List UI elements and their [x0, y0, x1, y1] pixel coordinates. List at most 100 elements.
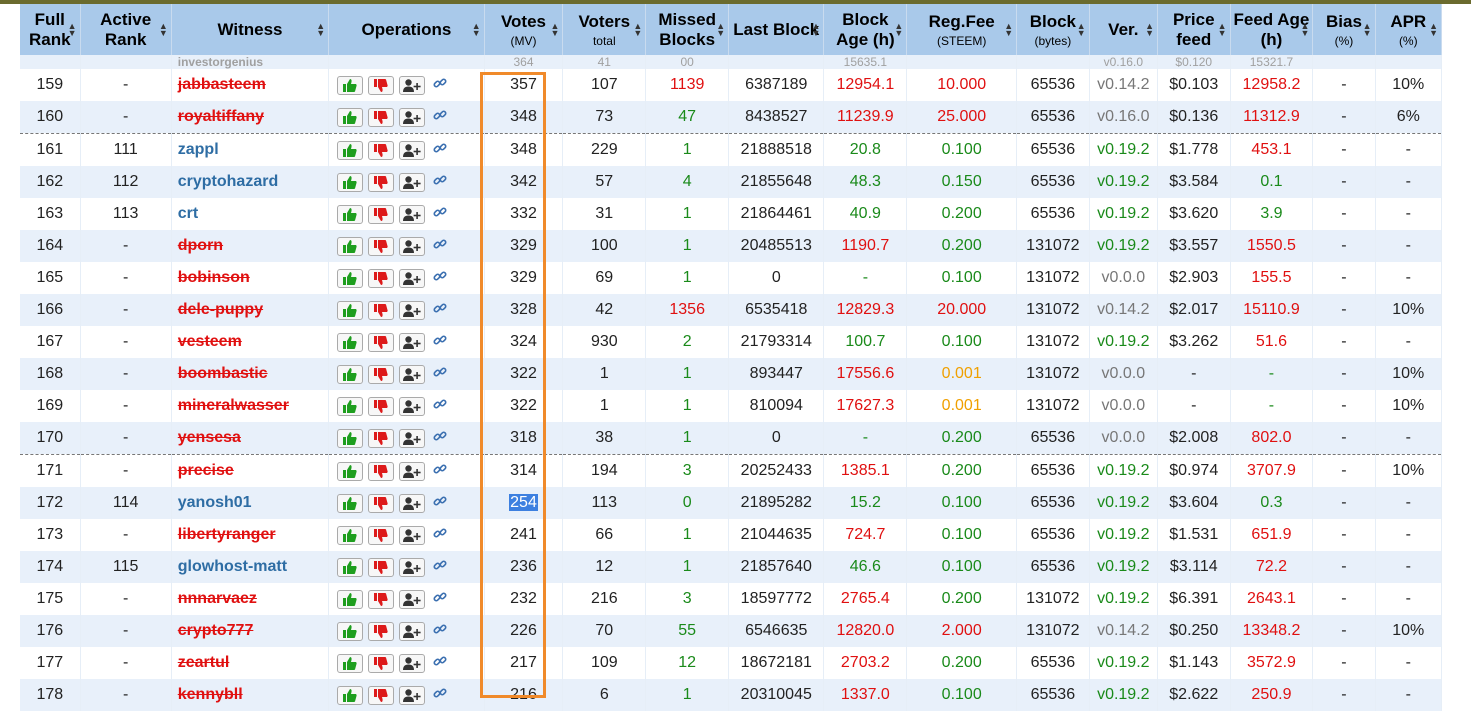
sort-arrows-icon[interactable]: ▲ ▼: [472, 22, 481, 38]
set-proxy-button[interactable]: [399, 461, 426, 481]
table-row[interactable]: 178- kennybll 216 6 1 20310045 1337.0 0.100 6553…: [20, 679, 1443, 711]
link-icon[interactable]: [433, 622, 447, 641]
set-proxy-button[interactable]: [399, 685, 426, 705]
sort-arrows-icon[interactable]: ▲ ▼: [633, 22, 642, 38]
set-proxy-button[interactable]: [399, 107, 426, 127]
column-header[interactable]: Operations ▲ ▼: [328, 4, 485, 55]
downvote-button[interactable]: [368, 428, 395, 448]
link-icon[interactable]: [433, 686, 447, 705]
table-row[interactable]: 175- nnnarvaez 232 216 3 18597772 2765.4 0.200 1…: [20, 583, 1443, 615]
column-header[interactable]: Feed Age (h) ▲ ▼: [1230, 4, 1314, 55]
sort-arrows-icon[interactable]: ▲ ▼: [1004, 22, 1013, 38]
set-proxy-button[interactable]: [399, 428, 426, 448]
set-proxy-button[interactable]: [399, 621, 426, 641]
sort-arrows-icon[interactable]: ▲ ▼: [1300, 22, 1309, 38]
upvote-button[interactable]: [337, 140, 364, 160]
sort-arrows-icon[interactable]: ▲ ▼: [1429, 22, 1438, 38]
set-proxy-button[interactable]: [399, 525, 426, 545]
sort-arrows-icon[interactable]: ▲ ▼: [68, 22, 77, 38]
link-icon[interactable]: [433, 333, 447, 352]
witness-link[interactable]: precise: [178, 462, 234, 479]
column-header[interactable]: Reg.Fee (STEEM) ▲ ▼: [906, 4, 1018, 55]
set-proxy-button[interactable]: [399, 557, 426, 577]
upvote-button[interactable]: [337, 396, 364, 416]
upvote-button[interactable]: [337, 300, 364, 320]
upvote-button[interactable]: [337, 461, 364, 481]
column-header[interactable]: Ver. ▲ ▼: [1089, 4, 1159, 55]
downvote-button[interactable]: [368, 493, 395, 513]
column-header[interactable]: Full Rank ▲ ▼: [20, 4, 81, 55]
witness-link[interactable]: boombastic: [178, 365, 268, 382]
witness-link[interactable]: royaltiffany: [178, 108, 264, 125]
table-row[interactable]: 176- crypto777 226 70 55 6546635 12820.0 2.000 1…: [20, 615, 1443, 647]
sort-arrows-icon[interactable]: ▲ ▼: [1145, 22, 1154, 38]
witness-link[interactable]: mineralwasser: [178, 397, 289, 414]
table-row[interactable]: 161 111 zappl 348 229 1 21888518 20.8 0.100 65536…: [20, 133, 1443, 166]
sort-arrows-icon[interactable]: ▲ ▼: [1077, 22, 1086, 38]
upvote-button[interactable]: [337, 589, 364, 609]
set-proxy-button[interactable]: [399, 589, 426, 609]
column-header[interactable]: Bias (%) ▲ ▼: [1312, 4, 1376, 55]
downvote-button[interactable]: [368, 685, 395, 705]
table-row[interactable]: 163 113 crt 332 31 1 21864461 40.9 0.200 65536 v0.…: [20, 198, 1443, 230]
upvote-button[interactable]: [337, 653, 364, 673]
table-row[interactable]: 168- boombastic 322 1 1 893447 17556.6 0.001 131…: [20, 358, 1443, 390]
witness-link[interactable]: libertyranger: [178, 526, 276, 543]
witness-link[interactable]: crt: [178, 205, 198, 222]
column-header[interactable]: Witness ▲ ▼: [171, 4, 330, 55]
upvote-button[interactable]: [337, 364, 364, 384]
upvote-button[interactable]: [337, 685, 364, 705]
table-row[interactable]: 173- libertyranger 241 66 1 21044635 724.7 0.10…: [20, 519, 1443, 551]
link-icon[interactable]: [433, 494, 447, 513]
link-icon[interactable]: [433, 462, 447, 481]
witness-link[interactable]: cryptohazard: [178, 173, 278, 190]
downvote-button[interactable]: [368, 140, 395, 160]
downvote-button[interactable]: [368, 396, 395, 416]
witness-link[interactable]: yensesa: [178, 429, 241, 446]
column-header[interactable]: Block Age (h) ▲ ▼: [823, 4, 908, 55]
table-row[interactable]: 174 115 glowhost-matt 236 12 1 21857640 46.6 0.1…: [20, 551, 1443, 583]
table-row[interactable]: 169- mineralwasser 322 1 1 810094 17627.3 0.001…: [20, 390, 1443, 422]
table-row[interactable]: 162 112 cryptohazard 342 57 4 21855648 48.3 0.15…: [20, 166, 1443, 198]
upvote-button[interactable]: [337, 332, 364, 352]
link-icon[interactable]: [433, 397, 447, 416]
downvote-button[interactable]: [368, 204, 395, 224]
link-icon[interactable]: [433, 301, 447, 320]
table-row[interactable]: 172 114 yanosh01 254 113 0 21895282 15.2 0.100 65…: [20, 487, 1443, 519]
set-proxy-button[interactable]: [399, 396, 426, 416]
upvote-button[interactable]: [337, 621, 364, 641]
witness-link[interactable]: nnnarvaez: [178, 590, 257, 607]
column-header[interactable]: APR (%) ▲ ▼: [1375, 4, 1443, 55]
downvote-button[interactable]: [368, 461, 395, 481]
upvote-button[interactable]: [337, 525, 364, 545]
witness-link[interactable]: jabbasteem: [178, 76, 266, 93]
downvote-button[interactable]: [368, 364, 395, 384]
table-row[interactable]: 177- zeartul 217 109 12 18672181 2703.2 0.200 65…: [20, 647, 1443, 679]
link-icon[interactable]: [433, 526, 447, 545]
link-icon[interactable]: [433, 237, 447, 256]
witness-link[interactable]: glowhost-matt: [178, 558, 287, 575]
upvote-button[interactable]: [337, 236, 364, 256]
link-icon[interactable]: [433, 654, 447, 673]
downvote-button[interactable]: [368, 172, 395, 192]
table-row[interactable]: 159- jabbasteem 357 107 1139 6387189 12954.1 10…: [20, 69, 1443, 101]
table-row[interactable]: 166- dele-puppy 328 42 1356 6535418 12829.3 20.…: [20, 294, 1443, 326]
witness-link[interactable]: kennybll: [178, 686, 243, 703]
table-row[interactable]: 164- dporn 329 100 1 20485513 1190.7 0.200 13107…: [20, 230, 1443, 262]
sort-arrows-icon[interactable]: ▲ ▼: [159, 22, 168, 38]
table-row[interactable]: 171- precise 314 194 3 20252433 1385.1 0.200 655…: [20, 454, 1443, 487]
sort-arrows-icon[interactable]: ▲ ▼: [716, 22, 725, 38]
link-icon[interactable]: [433, 108, 447, 127]
column-header[interactable]: Last Block ▲ ▼: [728, 4, 825, 55]
table-row[interactable]: 170- yensesa 318 38 1 0-0.200 65536 v0.0.0 $2.00…: [20, 422, 1443, 455]
set-proxy-button[interactable]: [399, 172, 426, 192]
upvote-button[interactable]: [337, 428, 364, 448]
witness-link[interactable]: dporn: [178, 237, 223, 254]
witness-link[interactable]: vesteem: [178, 333, 242, 350]
upvote-button[interactable]: [337, 204, 364, 224]
sort-arrows-icon[interactable]: ▲ ▼: [1363, 22, 1372, 38]
link-icon[interactable]: [433, 76, 447, 95]
set-proxy-button[interactable]: [399, 300, 426, 320]
link-icon[interactable]: [433, 429, 447, 448]
column-header[interactable]: Block (bytes) ▲ ▼: [1016, 4, 1090, 55]
